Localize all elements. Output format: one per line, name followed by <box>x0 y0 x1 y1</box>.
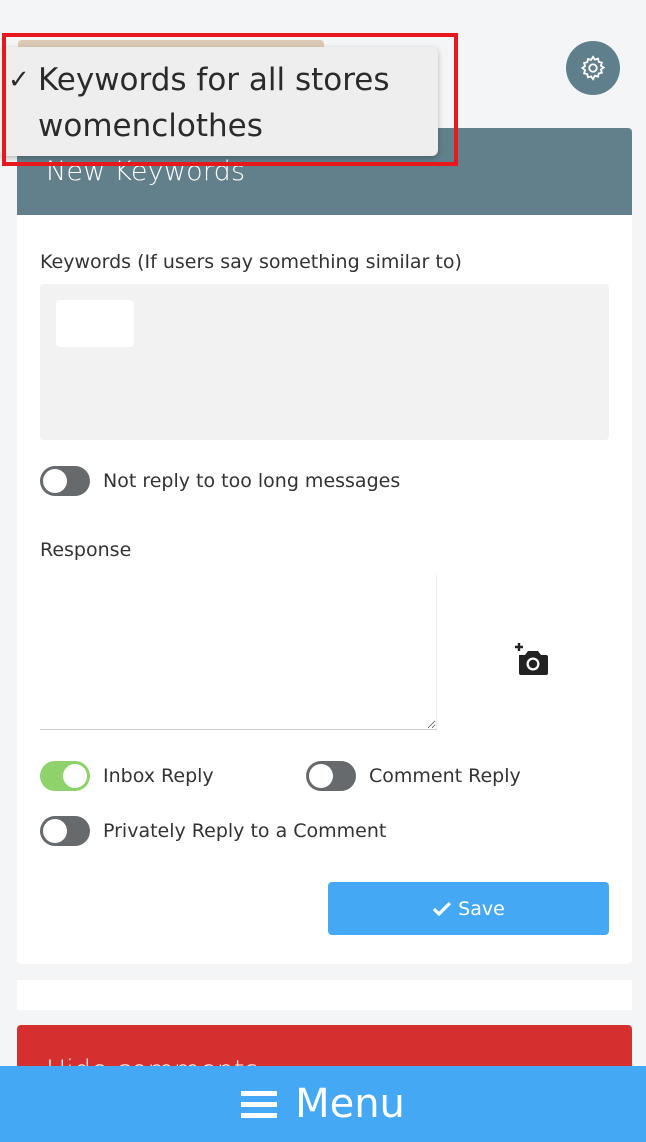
comment-reply-toggle[interactable] <box>306 761 356 791</box>
save-label: Save <box>458 897 505 920</box>
gear-icon <box>580 55 606 81</box>
checkmark-icon <box>433 901 452 916</box>
toggle-knob <box>309 764 333 788</box>
check-icon: ✓ <box>8 65 30 95</box>
not-reply-label: Not reply to too long messages <box>103 470 401 492</box>
card-title: New Keywords <box>46 156 246 187</box>
store-dropdown[interactable]: ✓ Keywords for all stores womenclothes <box>0 47 438 156</box>
keywords-label: Keywords (If users say something similar… <box>40 251 462 273</box>
hamburger-icon <box>241 1091 278 1118</box>
response-textarea[interactable] <box>40 575 437 730</box>
settings-button[interactable] <box>566 41 620 95</box>
menu-label: Menu <box>295 1081 405 1127</box>
toggle-knob <box>43 469 67 493</box>
private-reply-label: Privately Reply to a Comment <box>103 820 387 842</box>
new-keywords-card: New Keywords Keywords (If users say some… <box>17 128 632 964</box>
inbox-reply-toggle[interactable] <box>40 761 90 791</box>
not-reply-toggle[interactable] <box>40 466 90 496</box>
comment-reply-label: Comment Reply <box>369 765 521 787</box>
empty-card <box>17 980 632 1010</box>
dropdown-option-womenclothes[interactable]: womenclothes <box>8 103 438 149</box>
keyword-chip-input[interactable] <box>56 300 134 347</box>
toggle-knob <box>43 819 67 843</box>
toggle-knob <box>63 764 87 788</box>
inbox-reply-label: Inbox Reply <box>103 765 214 787</box>
add-photo-icon <box>515 643 548 675</box>
dropdown-option-all-stores[interactable]: ✓ Keywords for all stores <box>8 57 438 103</box>
menu-button[interactable]: Menu <box>0 1066 646 1142</box>
option-label: womenclothes <box>38 108 263 144</box>
keywords-input[interactable] <box>40 284 609 440</box>
private-reply-toggle[interactable] <box>40 816 90 846</box>
add-photo-button[interactable] <box>511 641 551 677</box>
save-button[interactable]: Save <box>328 882 609 935</box>
response-label: Response <box>40 539 132 561</box>
option-label: Keywords for all stores <box>38 62 390 98</box>
